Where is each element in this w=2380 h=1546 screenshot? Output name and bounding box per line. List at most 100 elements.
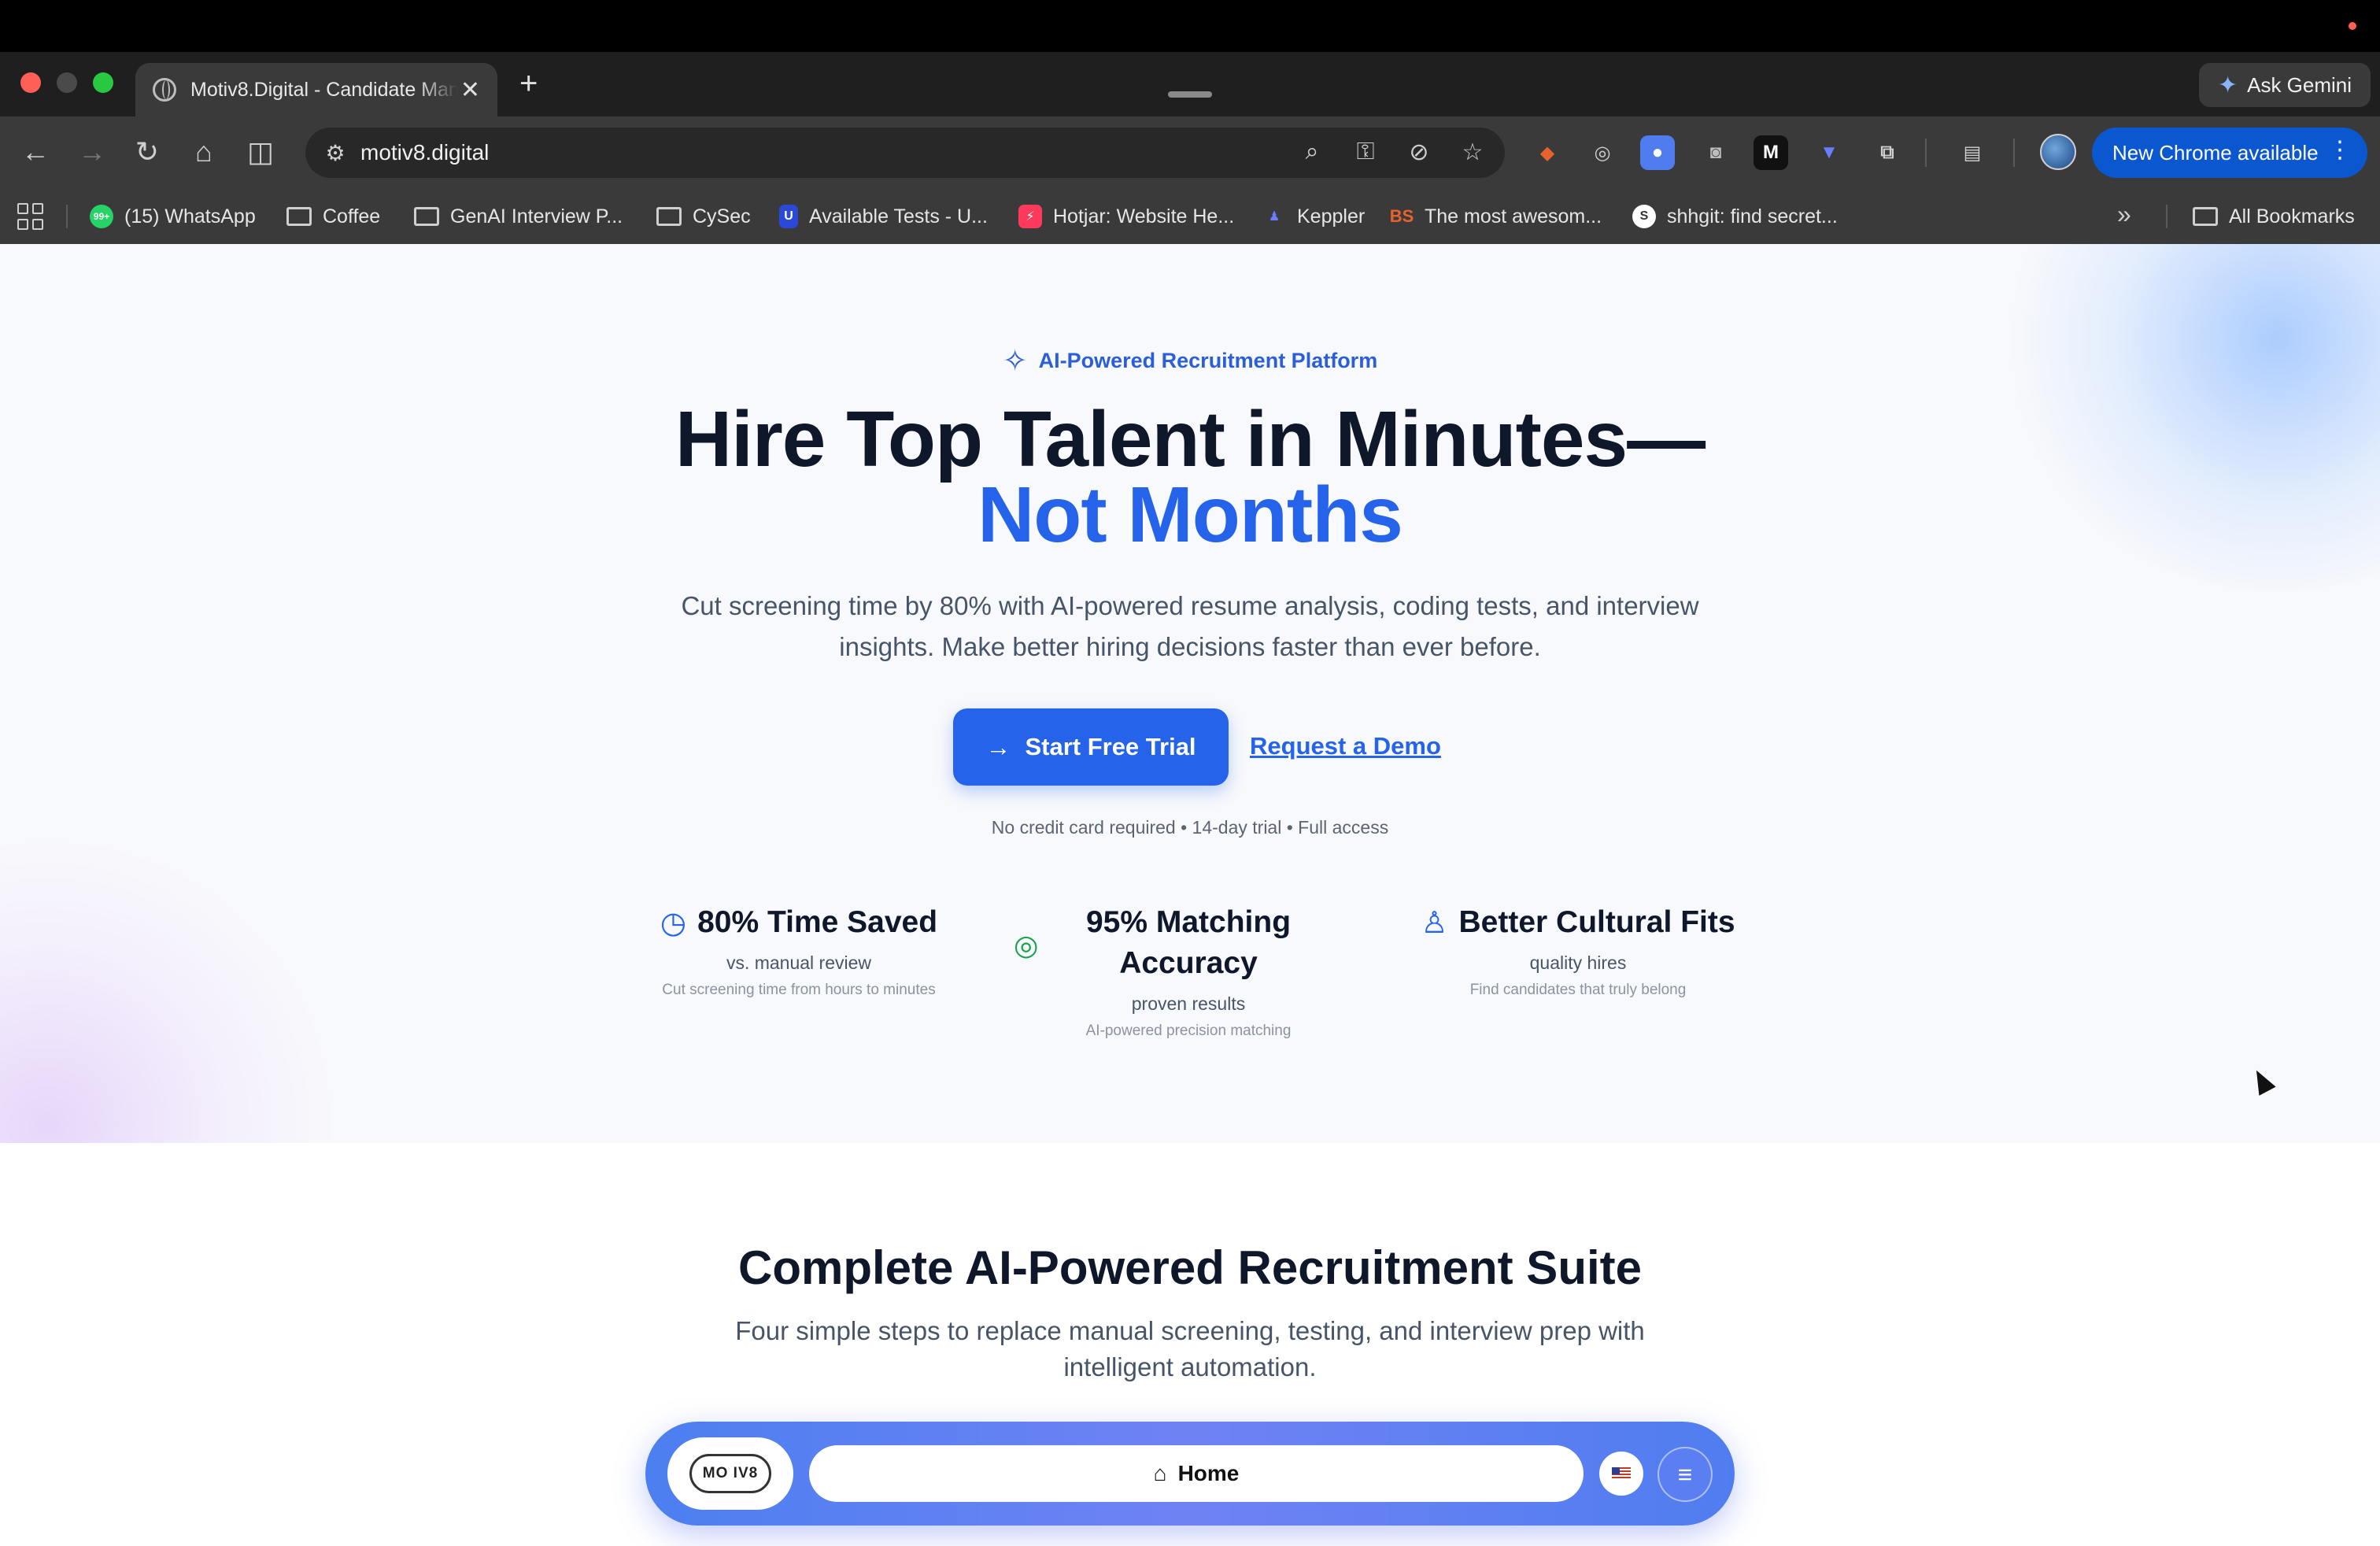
sparkles-icon: ✧ <box>1002 345 1028 378</box>
bookmark-hotjar[interactable]: ⚡ Hotjar: Website He... <box>1018 202 1234 231</box>
bookmark-label: Available Tests - U... <box>809 205 988 227</box>
stat-sub: quality hires <box>1529 952 1627 973</box>
profile-avatar[interactable] <box>2040 134 2076 170</box>
bs-logo-icon: BS <box>1390 205 1414 228</box>
folder-icon <box>414 207 439 226</box>
floating-nav: MO IV8 ⌂ Home ≡ <box>645 1422 1735 1526</box>
back-icon[interactable]: ← <box>16 132 55 172</box>
stat-title: 95% Matching Accuracy <box>1085 905 1292 980</box>
stat-sub: proven results <box>1131 993 1246 1014</box>
tracking-off-icon[interactable]: ⊘ <box>1401 134 1437 170</box>
cta-label: Start Free Trial <box>1025 733 1196 760</box>
nav-home-label: Home <box>1177 1461 1240 1485</box>
stat-title: Better Cultural Fits <box>1458 905 1735 939</box>
hamburger-icon: ≡ <box>1677 1459 1693 1489</box>
active-tab[interactable]: Motiv8.Digital - Candidate Management ✕ <box>135 63 497 117</box>
extension-shield-icon[interactable]: ▼ <box>1812 135 1846 170</box>
url-text: motiv8.digital <box>360 140 490 165</box>
suite-subtitle: Four simple steps to replace manual scre… <box>735 1316 1645 1381</box>
ask-gemini-button[interactable]: ✦ Ask Gemini <box>2199 63 2371 107</box>
bookmark-label: CySec <box>693 205 751 227</box>
us-flag-icon <box>1612 1467 1631 1480</box>
bookmark-coffee[interactable]: Coffee <box>286 202 380 231</box>
stat-title: 80% Time Saved <box>697 905 938 939</box>
close-tab-icon[interactable]: ✕ <box>460 76 480 104</box>
browser-toolbar: ← → ↻ ⌂ ◫ ⚙ motiv8.digital ⌕ ⚿ ⊘ ☆ ◆ ◎ ●… <box>0 117 2380 189</box>
extension-record-icon[interactable]: ● <box>1640 135 1675 170</box>
bookmark-awesome[interactable]: BS The most awesom... <box>1390 202 1602 231</box>
new-chrome-available-button[interactable]: New Chrome available ⋮ <box>2092 128 2367 178</box>
shhgit-icon: S <box>1632 205 1656 228</box>
hero-subtext: Cut screening time by 80% with AI-powere… <box>681 591 1699 661</box>
star-icon[interactable]: ☆ <box>1454 134 1491 170</box>
minimize-window-button[interactable] <box>57 72 77 93</box>
all-bookmarks-label: All Bookmarks <box>2229 205 2355 227</box>
award-icon: ♙ <box>1421 906 1448 940</box>
request-demo-link[interactable]: Request a Demo <box>1250 732 1441 760</box>
clock-icon: ◷ <box>660 906 687 940</box>
stat-note: Find candidates that truly belong <box>1469 982 1687 998</box>
bookmark-label: Coffee <box>323 205 381 227</box>
bookmark-keppler[interactable]: ♟ Keppler <box>1262 202 1365 231</box>
stat-note: Cut screening time from hours to minutes <box>662 982 936 998</box>
folder-icon <box>286 207 312 226</box>
bookmark-whatsapp[interactable]: 99+ (15) WhatsApp <box>90 202 256 231</box>
password-key-icon[interactable]: ⚿ <box>1347 134 1384 170</box>
nav-home-button[interactable]: ⌂ Home <box>809 1445 1584 1502</box>
zoom-icon[interactable]: ⌕ <box>1294 134 1330 170</box>
eyebrow-label: AI-Powered Recruitment Platform <box>1038 349 1378 372</box>
bookmark-available-tests[interactable]: U Available Tests - U... <box>779 202 988 231</box>
hero-section: ✧ AI-Powered Recruitment Platform Hire T… <box>0 244 2380 1143</box>
bookmark-label: Hotjar: Website He... <box>1053 205 1235 227</box>
start-free-trial-button[interactable]: → Start Free Trial <box>953 708 1229 786</box>
extension-medium-icon[interactable]: M <box>1754 135 1788 170</box>
menu-button[interactable]: ≡ <box>1658 1447 1713 1502</box>
drag-handle[interactable] <box>1168 91 1212 98</box>
close-window-button[interactable] <box>20 72 41 93</box>
language-selector[interactable] <box>1599 1452 1643 1496</box>
bookmark-label: (15) WhatsApp <box>124 205 256 227</box>
new-tab-button[interactable]: + <box>519 66 538 102</box>
bookmark-shhgit[interactable]: S shhgit: find secret... <box>1632 202 1838 231</box>
motiv8-logo-icon: MO IV8 <box>689 1454 771 1493</box>
bookmark-label: Keppler <box>1297 205 1366 227</box>
apps-grid-icon[interactable] <box>17 203 44 230</box>
all-bookmarks[interactable]: All Bookmarks <box>2193 202 2355 231</box>
site-settings-icon[interactable]: ⚙ <box>320 137 351 168</box>
mouse-cursor <box>2248 1066 2276 1096</box>
u-logo-icon: U <box>779 205 798 228</box>
reading-mode-icon[interactable]: ▤ <box>1955 135 1990 170</box>
logo[interactable]: MO IV8 <box>667 1437 793 1510</box>
extensions-icon[interactable]: ⧉ <box>1870 135 1905 170</box>
decorative-blob <box>0 842 331 1143</box>
arrow-right-icon: → <box>985 732 1011 761</box>
home-icon: ⌂ <box>1153 1461 1167 1485</box>
split-view-icon[interactable]: ◫ <box>241 132 280 172</box>
maximize-window-button[interactable] <box>93 72 113 93</box>
tab-strip: Motiv8.Digital - Candidate Management ✕ … <box>0 52 2380 117</box>
headline-line-1: Hire Top Talent in Minutes— <box>674 395 1706 483</box>
suite-title: Complete AI-Powered Recruitment Suite <box>738 1241 1642 1294</box>
recording-indicator-icon <box>2349 22 2356 30</box>
extension-camera-icon[interactable]: ◙ <box>1698 135 1733 170</box>
extension-fox-icon[interactable]: ◆ <box>1530 135 1565 170</box>
home-icon[interactable]: ⌂ <box>184 132 224 172</box>
tab-title: Motiv8.Digital - Candidate Management <box>190 78 458 101</box>
folder-icon <box>656 207 682 226</box>
os-menu-bar <box>0 0 2380 52</box>
gemini-icon: ✦ <box>2217 72 2238 98</box>
bookmark-cysec[interactable]: CySec <box>656 202 751 231</box>
bookmark-genai-interview[interactable]: GenAI Interview P... <box>414 202 623 231</box>
address-bar[interactable]: ⚙ motiv8.digital ⌕ ⚿ ⊘ ☆ <box>305 128 1505 178</box>
folder-icon <box>2193 207 2218 226</box>
more-menu-icon[interactable]: ⋮ <box>2328 139 2352 162</box>
reload-icon[interactable]: ↻ <box>128 132 167 172</box>
ask-gemini-label: Ask Gemini <box>2247 72 2352 97</box>
stat-matching-accuracy: 95% Matching Accuracy proven results AI-… <box>1015 902 1362 1040</box>
stat-cultural-fits: ♙ Better Cultural Fits quality hires Fin… <box>1417 902 1739 999</box>
forward-icon[interactable]: → <box>72 132 112 172</box>
more-bookmarks-icon[interactable]: » <box>2117 200 2131 229</box>
stat-note: AI-powered precision matching <box>1085 1023 1292 1039</box>
update-label: New Chrome available <box>2112 140 2319 165</box>
extension-target-icon[interactable]: ◎ <box>1585 135 1620 170</box>
